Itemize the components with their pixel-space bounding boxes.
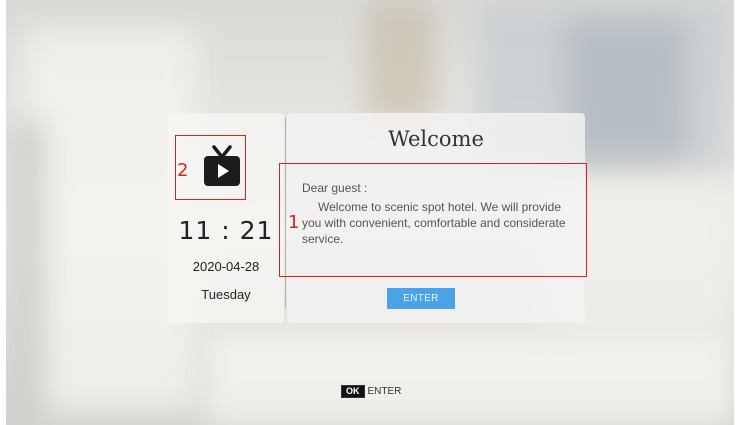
background-bed: [206, 330, 734, 425]
ok-enter-hint: OK ENTER: [341, 385, 401, 398]
enter-button[interactable]: ENTER: [387, 288, 455, 309]
annotation-label-2: 2: [177, 160, 189, 181]
annotation-label-1: 1: [288, 212, 300, 233]
ok-hint-text: ENTER: [367, 386, 402, 397]
background-wall: [6, 120, 46, 425]
ok-key-icon: OK: [341, 385, 365, 398]
annotation-box-1: [279, 163, 587, 277]
clock-weekday: Tuesday: [201, 287, 251, 302]
background-lamp: [366, 0, 436, 120]
clock-time: 11 : 21: [178, 216, 274, 245]
welcome-title: Welcome: [388, 127, 484, 151]
clock-date: 2020-04-28: [192, 259, 260, 274]
